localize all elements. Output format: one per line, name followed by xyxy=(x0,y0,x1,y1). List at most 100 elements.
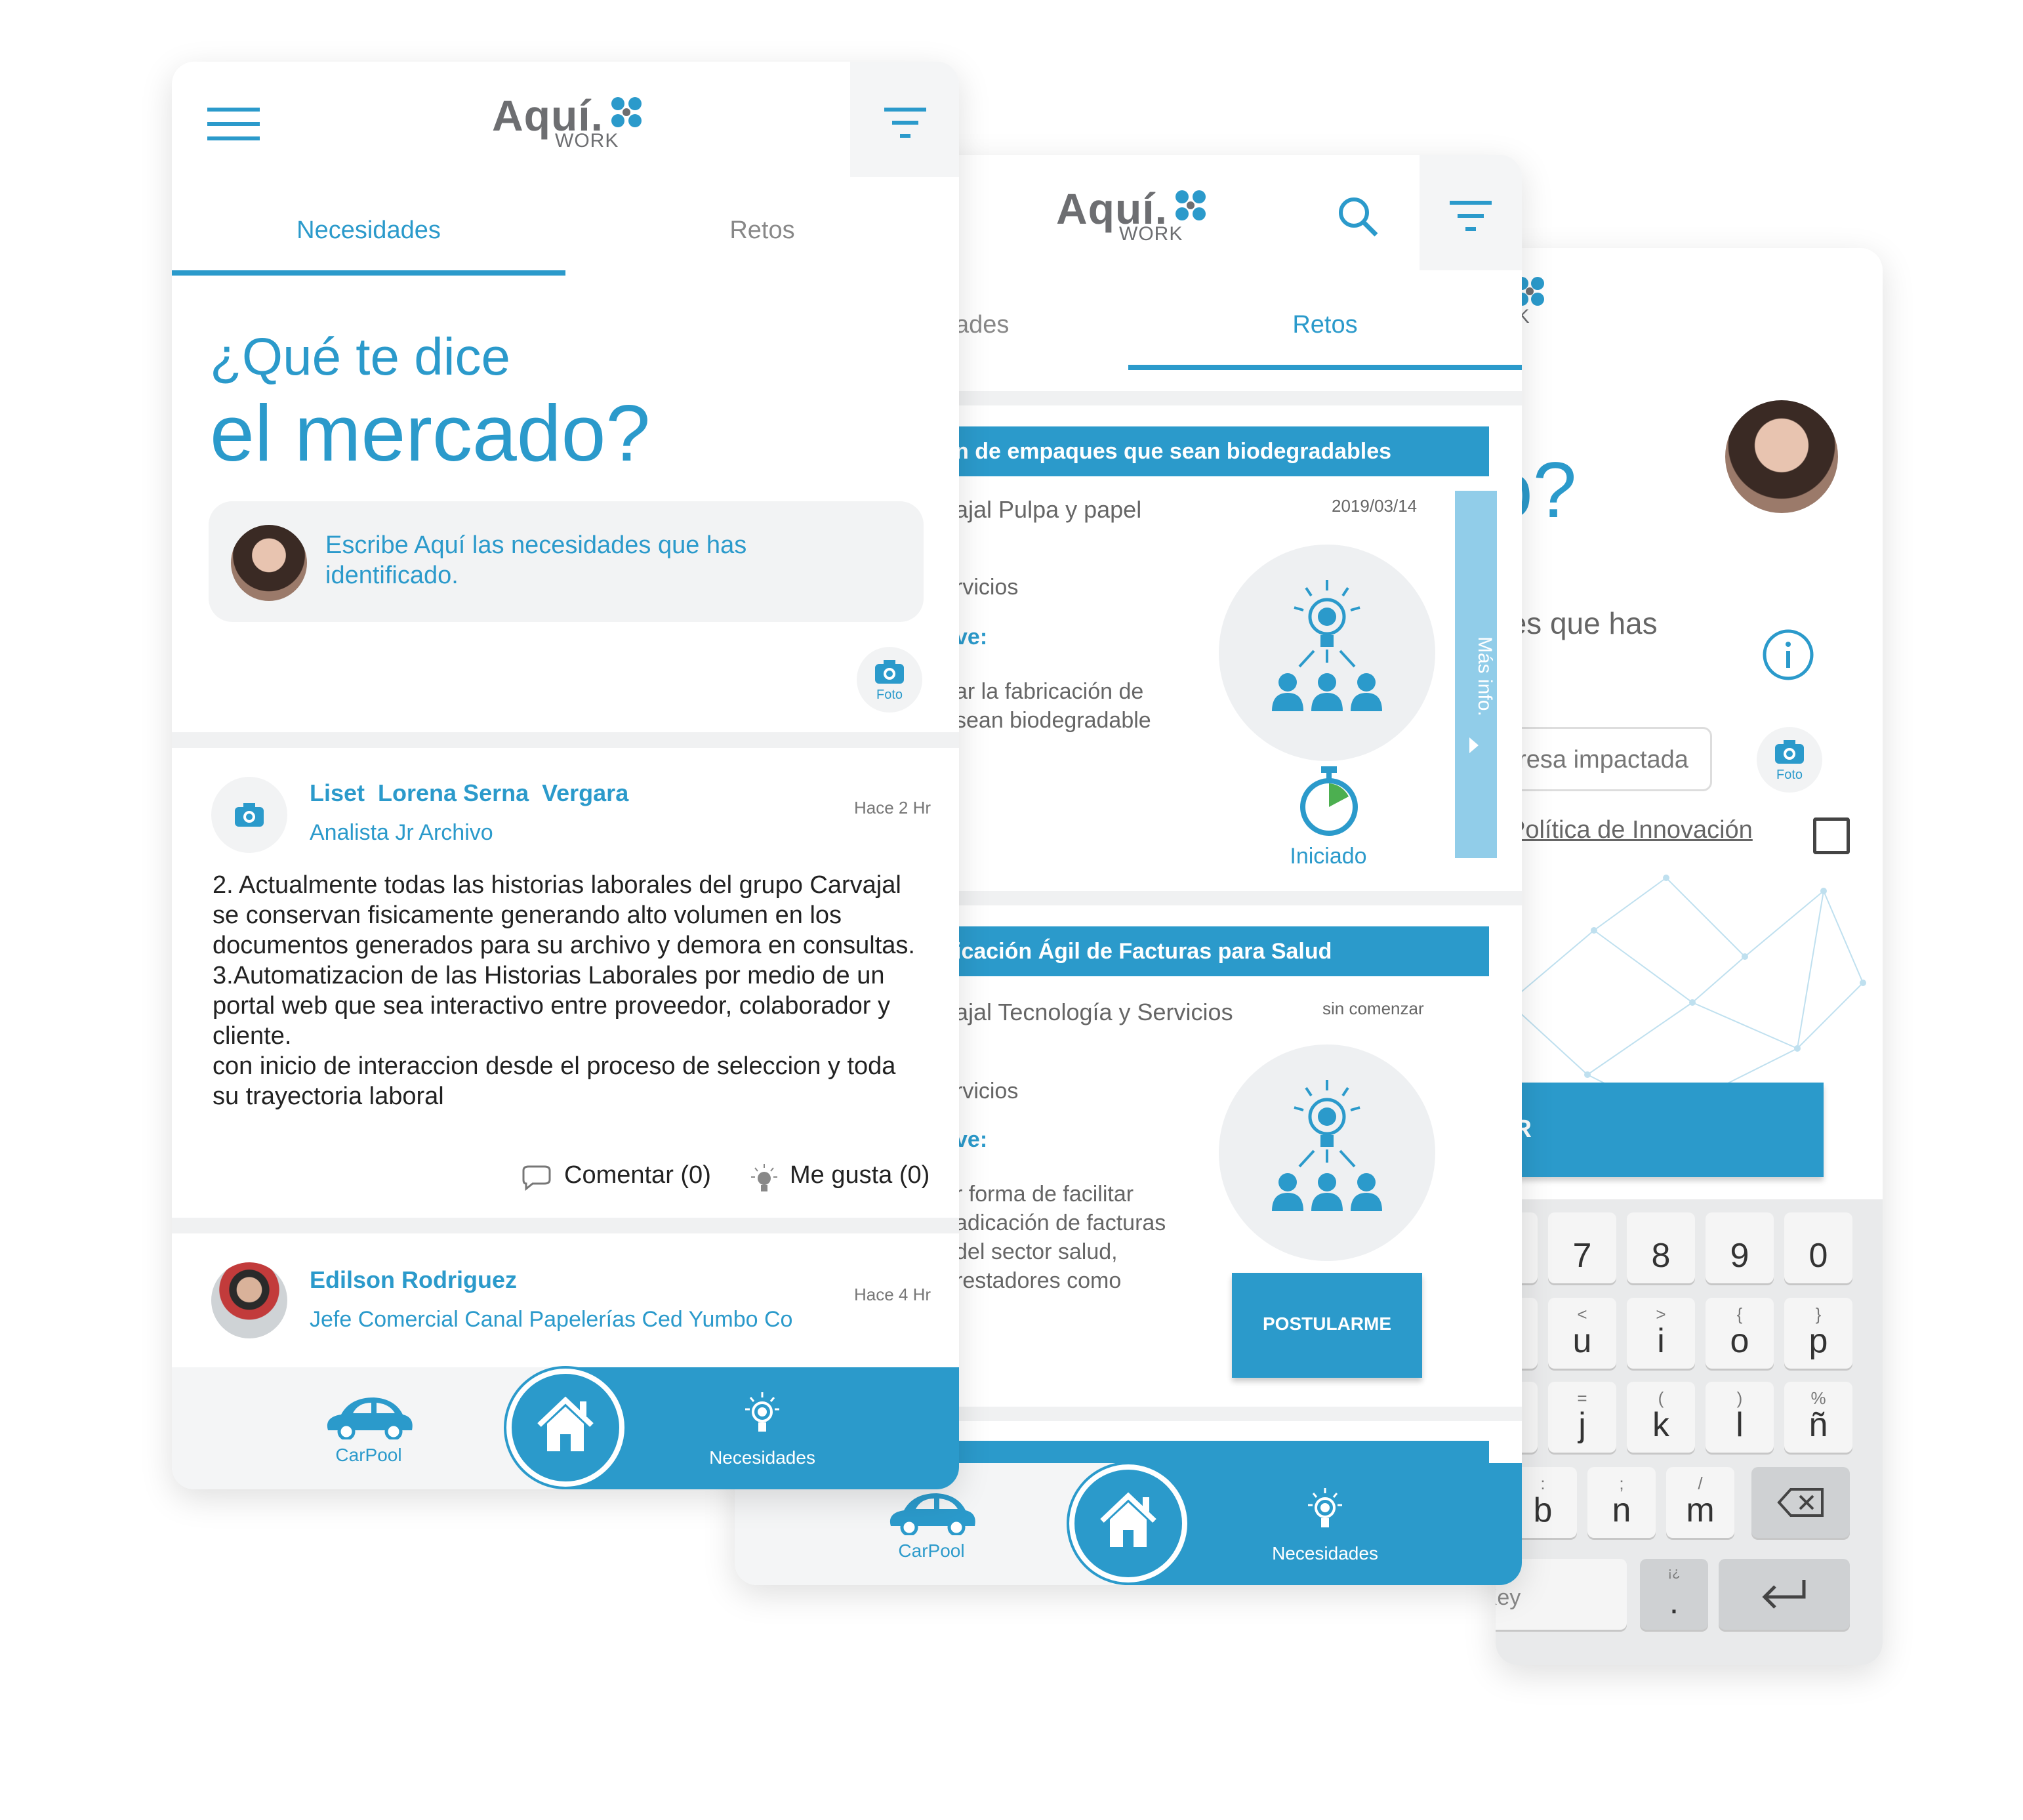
nav-necesidades[interactable]: Necesidades xyxy=(684,1391,841,1476)
reto-date: 2019/03/14 xyxy=(1332,496,1418,516)
post-avatar xyxy=(211,1262,287,1338)
key-8[interactable]: 8 xyxy=(1627,1212,1695,1283)
tab-necesidades-indicator xyxy=(172,270,565,276)
hamburger-menu-icon[interactable] xyxy=(206,105,261,144)
tab-retos[interactable]: Retos xyxy=(1128,311,1522,339)
reto-illustration xyxy=(1219,545,1435,761)
app-logo: Aquí. WORK xyxy=(1056,184,1206,245)
reto-key: ve: xyxy=(955,1127,988,1152)
key-u[interactable]: < u xyxy=(1548,1298,1616,1369)
tab-necesidades[interactable]: Necesidades xyxy=(172,217,565,245)
tab-necesidades[interactable]: ades xyxy=(955,311,1119,339)
nav-carpool[interactable]: CarPool xyxy=(316,1394,421,1472)
home-button[interactable] xyxy=(1069,1464,1187,1582)
lightbulb-icon xyxy=(751,1164,777,1191)
reto-date: sin comenzar xyxy=(1322,999,1424,1018)
nav-carpool-label: CarPool xyxy=(335,1445,402,1465)
policy-checkbox[interactable] xyxy=(1813,817,1850,854)
period-key[interactable]: ¡¿ . xyxy=(1640,1559,1708,1630)
avatar xyxy=(231,525,307,601)
submit-button[interactable]: AR xyxy=(1496,1083,1824,1177)
enter-icon xyxy=(1762,1580,1806,1609)
nav-necesidades-label: Necesidades xyxy=(1272,1543,1378,1563)
policy-link[interactable]: Política de Innovación xyxy=(1509,816,1753,844)
tab-retos-indicator xyxy=(1128,365,1522,370)
post-role: Jefe Comercial Canal Papelerías Ced Yumb… xyxy=(310,1307,793,1332)
post-avatar xyxy=(211,777,287,853)
key-p[interactable]: } p xyxy=(1784,1298,1852,1369)
more-info-tab[interactable]: Más info. xyxy=(1455,491,1497,858)
search-icon[interactable] xyxy=(1333,192,1385,244)
postularme-button[interactable]: POSTULARME xyxy=(1232,1273,1422,1378)
section-divider xyxy=(172,732,959,748)
home-icon xyxy=(1100,1492,1156,1547)
info-icon[interactable] xyxy=(1761,627,1816,682)
photo-label: Foto xyxy=(1776,768,1803,782)
stopwatch-icon xyxy=(1300,766,1358,836)
reto-illustration xyxy=(1219,1044,1435,1261)
idea-team-icon xyxy=(1272,1080,1382,1211)
app-logo: Aquí. WORK xyxy=(492,91,642,152)
user-avatar xyxy=(1725,400,1838,513)
idea-team-icon xyxy=(1272,580,1382,711)
enter-key[interactable] xyxy=(1719,1559,1850,1630)
nav-carpool-label: CarPool xyxy=(898,1541,965,1561)
post-role: Analista Jr Archivo xyxy=(310,820,493,845)
postularme-label: POSTULARME xyxy=(1263,1313,1391,1334)
phone-necesidades: Aquí. WORK Necesidades Retos ¿Qué te dic… xyxy=(172,62,959,1489)
post-time: Hace 2 Hr xyxy=(854,798,931,817)
home-button[interactable] xyxy=(506,1369,624,1487)
post-author[interactable]: Edilson Rodriguez xyxy=(310,1266,517,1294)
filter-button[interactable] xyxy=(1420,155,1522,270)
reto-title: n de empaques que sean biodegradables xyxy=(945,426,1489,476)
photo-button[interactable]: Foto xyxy=(857,647,922,713)
reto-key: ve: xyxy=(955,625,988,650)
post-body: 2. Actualmente todas las historias labor… xyxy=(213,871,915,1110)
lightbulb-icon xyxy=(745,1392,779,1432)
car-icon xyxy=(889,1493,975,1535)
logo-dots-icon xyxy=(611,97,642,127)
filter-icon xyxy=(884,108,926,138)
key-j[interactable]: = j xyxy=(1548,1382,1616,1453)
more-info-label: Más info. xyxy=(1474,636,1496,716)
key-9[interactable]: 9 xyxy=(1706,1212,1774,1283)
key-enie[interactable]: % ñ xyxy=(1784,1382,1852,1453)
company-input[interactable]: presa impactada xyxy=(1496,727,1712,791)
key-l[interactable]: ) l xyxy=(1706,1382,1774,1453)
comment-icon xyxy=(522,1165,551,1191)
nav-necesidades[interactable]: Necesidades xyxy=(1246,1487,1404,1572)
reto-area: rvicios xyxy=(955,1079,1019,1104)
reto-description: ar la fabricación de sean biodegradable xyxy=(955,679,1151,733)
compose-box[interactable]: Escribe Aquí las necesidades que has ide… xyxy=(209,501,924,622)
key-0[interactable]: 0 xyxy=(1784,1212,1852,1283)
keyboard: 6 7 8 9 0 ]y <u >i {o }p +h =j (k )l %ñ … xyxy=(1496,1199,1883,1665)
tab-retos[interactable]: Retos xyxy=(565,217,959,245)
reto-area: rvicios xyxy=(955,575,1019,600)
filter-button[interactable] xyxy=(850,62,959,177)
post-divider xyxy=(172,1218,959,1233)
reto-status: Iniciado xyxy=(1290,844,1367,869)
key-i[interactable]: > i xyxy=(1627,1298,1695,1369)
key-m[interactable]: / m xyxy=(1666,1467,1734,1538)
logo-sub: WORK xyxy=(1119,223,1183,245)
car-icon xyxy=(327,1397,413,1439)
space-key-label: SwiftKey xyxy=(1496,1585,1521,1610)
photo-button[interactable]: Foto xyxy=(1757,727,1822,793)
key-7[interactable]: 7 xyxy=(1548,1212,1616,1283)
camera-icon xyxy=(875,660,904,684)
post-author[interactable]: Liset Lorena Serna Vergara xyxy=(310,779,628,807)
backspace-key[interactable] xyxy=(1751,1467,1850,1538)
post-time: Hace 4 Hr xyxy=(854,1285,931,1304)
key-k[interactable]: (k xyxy=(1627,1382,1695,1453)
photo-label: Foto xyxy=(876,688,903,702)
logo-dots-icon xyxy=(1175,190,1206,220)
key-o[interactable]: {o xyxy=(1706,1298,1774,1369)
comment-label: Comentar (0) xyxy=(564,1161,711,1189)
reto-title: icación Ágil de Facturas para Salud xyxy=(945,926,1489,976)
logo-sub: WORK xyxy=(555,130,619,152)
bottom-nav: CarPool Necesidades xyxy=(172,1367,959,1489)
key-n[interactable]: ; n xyxy=(1587,1467,1656,1538)
company-input-text: presa impactada xyxy=(1504,746,1688,774)
nav-carpool[interactable]: CarPool xyxy=(879,1489,984,1568)
page-title-line-2: el mercado? xyxy=(210,388,651,478)
